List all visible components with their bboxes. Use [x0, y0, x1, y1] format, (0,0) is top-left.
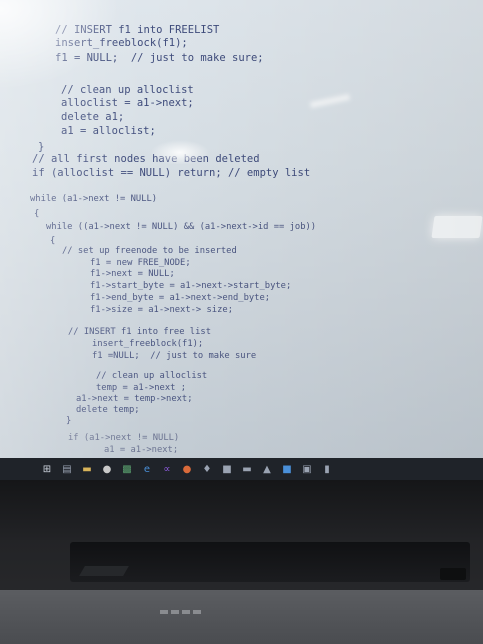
task-view-icon[interactable]: ▤ — [60, 463, 74, 475]
code-line: alloclist = a1->next; — [61, 97, 194, 109]
app-icon[interactable]: ▬ — [240, 463, 254, 475]
code-line: while (a1->next != NULL) — [30, 194, 158, 204]
code-line: delete a1; — [61, 111, 125, 123]
windows-taskbar: ⊞ ▤ ▬ ● ▩ e ∝ ● ♦ ■ ▬ ▲ ■ ▣ ▮ — [0, 458, 483, 480]
app-icon[interactable]: ● — [180, 463, 194, 475]
app-icon[interactable]: ■ — [220, 463, 234, 475]
photo-scene: // INSERT f1 into FREELIST insert_freebl… — [0, 0, 483, 644]
code-line: if (alloclist == NULL) return; // empty … — [32, 167, 311, 179]
speaker-grille — [160, 610, 204, 614]
code-line: } — [38, 141, 45, 153]
terminal-icon[interactable]: ▩ — [120, 463, 134, 475]
code-line: // clean up alloclist — [96, 371, 208, 381]
code-line: f1 = NULL; // just to make sure; — [55, 52, 264, 64]
edge-icon[interactable]: e — [140, 463, 154, 475]
app-icon[interactable]: ■ — [280, 463, 294, 475]
hinge-logo — [79, 566, 129, 576]
app-icon[interactable]: ▮ — [320, 463, 334, 475]
code-line: // set up freenode to be inserted — [62, 246, 237, 256]
code-line: // all first nodes have been deleted — [32, 153, 260, 165]
code-line: f1->start_byte = a1->next->start_byte; — [90, 281, 292, 291]
code-line: // INSERT f1 into FREELIST — [55, 24, 220, 36]
code-line: { — [34, 209, 40, 219]
code-line: { — [50, 236, 56, 246]
side-port — [440, 568, 466, 580]
code-line: delete temp; — [76, 405, 140, 415]
code-line: f1->size = a1->next-> size; — [90, 305, 233, 315]
visual-studio-icon[interactable]: ∝ — [160, 463, 174, 475]
windows-start-icon[interactable]: ⊞ — [40, 463, 54, 475]
laptop-hinge — [70, 542, 470, 582]
ceiling-light-reflection — [431, 216, 483, 238]
code-editor[interactable]: // INSERT f1 into FREELIST insert_freebl… — [0, 0, 483, 458]
file-explorer-icon[interactable]: ▬ — [80, 463, 94, 475]
app-icon[interactable]: ▣ — [300, 463, 314, 475]
laptop-deck — [0, 590, 483, 644]
code-line: insert_freeblock(f1); — [92, 339, 204, 349]
code-line: f1->end_byte = a1->next->end_byte; — [90, 293, 271, 303]
code-line: a1 = a1->next; — [104, 445, 179, 455]
laptop-bezel — [0, 480, 483, 540]
code-line: if (a1->next != NULL) — [68, 433, 180, 443]
app-icon[interactable]: ▲ — [260, 463, 274, 475]
app-icon[interactable]: ♦ — [200, 463, 214, 475]
laptop-screen: // INSERT f1 into FREELIST insert_freebl… — [0, 0, 483, 458]
code-line: f1 =NULL; // just to make sure — [92, 351, 257, 361]
code-line: insert_freeblock(f1); — [55, 37, 188, 49]
code-line: // clean up alloclist — [61, 84, 194, 96]
code-line: while ((a1->next != NULL) && (a1->next->… — [46, 222, 317, 232]
code-line: a1 = alloclist; — [61, 125, 156, 137]
code-line: } — [66, 416, 72, 426]
code-line: f1->next = NULL; — [90, 269, 175, 279]
code-line: // INSERT f1 into free list — [68, 327, 211, 337]
chrome-icon[interactable]: ● — [100, 463, 114, 475]
